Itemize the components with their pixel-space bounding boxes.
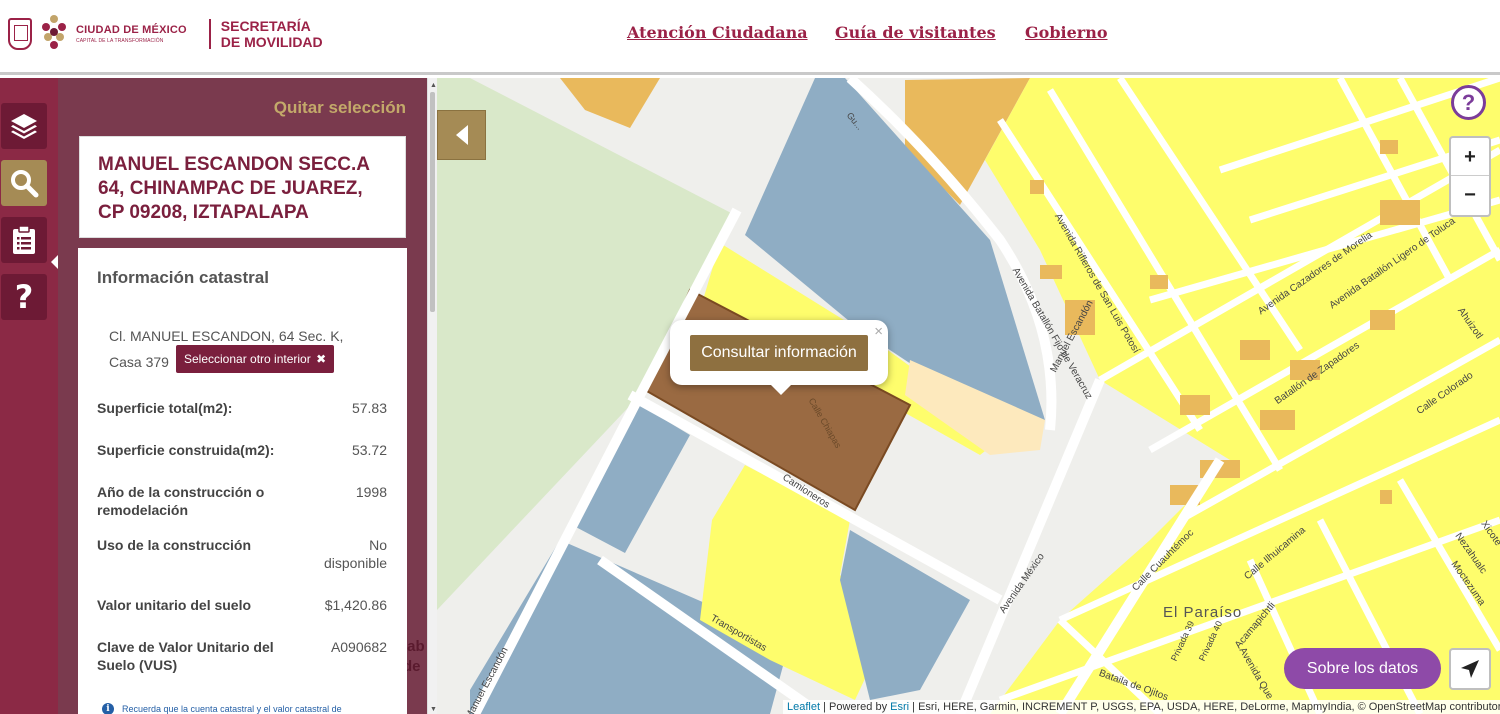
- row-label-superficie-total: Superficie total(m2):: [97, 400, 233, 416]
- map-attribution: Leaflet | Powered by Esri | Esri, HERE, …: [783, 700, 1500, 714]
- cdmx-flower-icon: [40, 15, 68, 53]
- clipboard-icon: [13, 225, 35, 254]
- row-value-valor-unitario: $1,420.86: [324, 597, 387, 613]
- coat-of-arms-icon: [8, 18, 32, 50]
- attrib-sources: | Esri, HERE, Garmin, INCREMENT P, USGS,…: [909, 701, 1500, 713]
- chevron-left-icon: [455, 125, 468, 145]
- secretaria-wordmark: SECRETARÍA DE MOVILIDAD: [221, 18, 323, 50]
- clipboard-button[interactable]: [1, 217, 47, 263]
- scroll-up-icon: ▲: [430, 82, 437, 89]
- info-title: Información catastral: [97, 268, 269, 287]
- row-value-uso-construccion: No disponible: [323, 537, 387, 571]
- zoom-out-button[interactable]: −: [1451, 176, 1489, 214]
- tool-rail: ?: [0, 78, 59, 714]
- layers-button[interactable]: [1, 103, 47, 149]
- map-help-button[interactable]: ?: [1451, 85, 1486, 120]
- row-value-superficie-construida: 53.72: [351, 442, 387, 458]
- nav-atencion-ciudadana[interactable]: Atención Ciudadana: [627, 23, 808, 42]
- info-note: i Recuerda que la cuenta catastral y el …: [102, 703, 342, 714]
- attrib-powered: | Powered by: [820, 701, 891, 713]
- row-value-superficie-total: 57.83: [351, 400, 387, 416]
- scrollbar-thumb[interactable]: [430, 92, 435, 312]
- logo-subtitle: CAPITAL DE LA TRANSFORMACIÓN: [76, 37, 164, 44]
- panel-scrollbar[interactable]: ▲ ▼: [427, 78, 437, 714]
- nav-gobierno[interactable]: Gobierno: [1025, 23, 1108, 42]
- cdmx-wordmark: CIUDAD DE MÉXICO CAPITAL DE LA TRANSFORM…: [76, 23, 187, 44]
- row-label-valor-unitario: Valor unitario del suelo: [97, 597, 252, 613]
- nav-guia-visitantes[interactable]: Guía de visitantes: [835, 23, 996, 42]
- help-button[interactable]: ?: [1, 274, 47, 320]
- place-label-el-paraiso: El Paraíso: [1163, 604, 1243, 621]
- row-value-anio-construccion: 1998: [355, 484, 387, 500]
- search-icon: [11, 170, 39, 198]
- collapse-panel-button[interactable]: [437, 110, 486, 160]
- search-button[interactable]: [1, 160, 47, 206]
- row-label-uso-construccion: Uso de la construcción: [97, 537, 252, 553]
- row-label-clave-vus: Clave de Valor Unitario del Suelo (VUS): [97, 639, 274, 673]
- close-x-icon: ✖: [316, 352, 327, 366]
- row-value-clave-vus: A090682: [330, 639, 387, 655]
- sobre-los-datos-button[interactable]: Sobre los datos: [1284, 648, 1441, 689]
- consultar-informacion-button[interactable]: Consultar información: [690, 335, 868, 371]
- popup-close-button[interactable]: ×: [874, 323, 883, 340]
- layers-icon: [11, 114, 37, 139]
- esri-link[interactable]: Esri: [890, 701, 909, 713]
- site-header: CIUDAD DE MÉXICO CAPITAL DE LA TRANSFORM…: [0, 0, 1500, 75]
- secretaria-line2: DE MOVILIDAD: [220, 34, 323, 50]
- location-arrow-icon: [1461, 660, 1479, 678]
- select-other-label: Seleccionar otro interior: [184, 352, 311, 366]
- cdmx-logo[interactable]: CIUDAD DE MÉXICO CAPITAL DE LA TRANSFORM…: [8, 12, 323, 56]
- clear-selection-link[interactable]: Quitar selección: [274, 98, 406, 118]
- map-popup: × Consultar información: [670, 320, 888, 395]
- row-label-anio-construccion: Año de la construcción o remodelación: [97, 484, 265, 518]
- zoom-control: + −: [1449, 136, 1491, 217]
- scroll-down-icon: ▼: [430, 706, 437, 713]
- select-other-interior-button[interactable]: Seleccionar otro interior ✖: [176, 345, 335, 373]
- info-panel: Quitar selección MANUEL ESCANDON SECC.A …: [58, 78, 428, 714]
- logo-divider: [208, 19, 211, 49]
- info-icon: i: [102, 703, 114, 714]
- map-canvas[interactable]: Privada 39 Privada 40 Manuel Escandón Ma…: [437, 78, 1500, 714]
- logo-title: CIUDAD DE MÉXICO: [76, 23, 187, 36]
- locate-button[interactable]: [1449, 648, 1491, 690]
- leaflet-link[interactable]: Leaflet: [787, 701, 820, 713]
- address-text: MANUEL ESCANDON SECC.A 64, CHINAMPAC DE …: [98, 154, 370, 223]
- question-icon: ?: [14, 278, 34, 316]
- address-card: MANUEL ESCANDON SECC.A 64, CHINAMPAC DE …: [79, 136, 406, 238]
- zoom-in-button[interactable]: +: [1451, 138, 1489, 176]
- row-label-superficie-construida: Superficie construida(m2):: [97, 442, 275, 458]
- map-svg: [437, 78, 1500, 714]
- secretaria-line1: SECRETARÍA: [220, 18, 311, 34]
- info-note-text: Recuerda que la cuenta catastral y el va…: [122, 704, 342, 714]
